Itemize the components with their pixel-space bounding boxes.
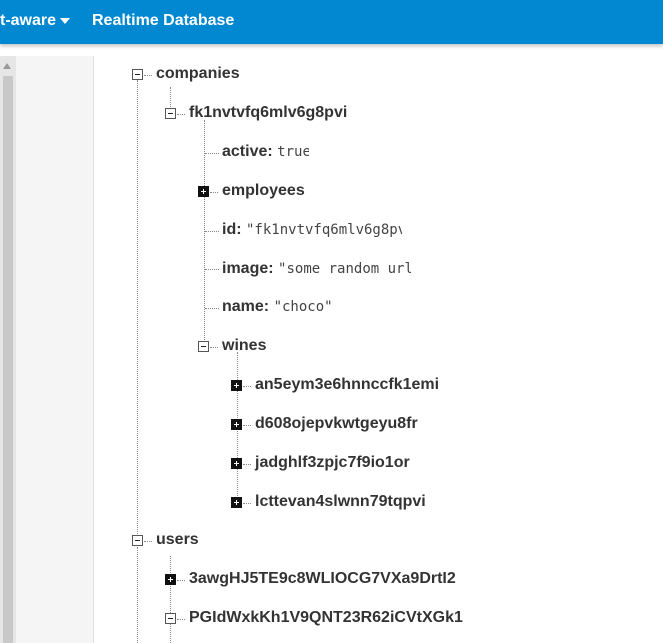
tree-leaf-name[interactable]: name: "choco": [222, 297, 333, 317]
node-key: d608ojepvkwtgeyu8fr: [255, 415, 418, 432]
tree-node-user[interactable]: PGIdWxkKh1V9QNT23R62iCVtXGk1: [189, 608, 463, 628]
node-key: lcttevan4slwnn79tqpvi: [255, 493, 426, 510]
tree-connector: [177, 619, 185, 620]
database-tree: companies fk1nvtvfq6mlv6g8pvi active: tr…: [94, 56, 663, 643]
page-title: Realtime Database: [92, 12, 235, 29]
node-key: 3awgHJ5TE9c8WLIOCG7VXa9DrtI2: [189, 570, 456, 587]
tree-connector: [243, 425, 251, 426]
leaf-key: id:: [222, 221, 242, 238]
leaf-value[interactable]: true: [277, 142, 309, 162]
expand-toggle-icon[interactable]: [231, 380, 242, 391]
collapse-toggle-icon[interactable]: [165, 613, 176, 624]
tree-node-wine[interactable]: jadghlf3zpjc7f9io1or: [255, 453, 410, 473]
tree-guide-line: [170, 556, 171, 643]
node-key: fk1nvtvfq6mlv6g8pvi: [189, 104, 348, 121]
collapse-toggle-icon[interactable]: [132, 535, 143, 546]
chevron-down-icon[interactable]: [60, 18, 70, 24]
tree-node-wines[interactable]: wines: [222, 336, 266, 356]
tree-connector: [210, 347, 218, 348]
collapse-toggle-icon[interactable]: [198, 341, 209, 352]
scroll-up-arrow-icon[interactable]: [3, 63, 11, 69]
collapse-toggle-icon[interactable]: [165, 108, 176, 119]
leaf-key: image:: [222, 260, 274, 277]
tree-connector: [177, 580, 185, 581]
node-key: companies: [156, 65, 240, 82]
tree-leaf-id[interactable]: id: "fk1nvtvfq6mlv6g8pvi": [222, 220, 402, 240]
tree-connector: [243, 386, 251, 387]
tree-node-user[interactable]: 3awgHJ5TE9c8WLIOCG7VXa9DrtI2: [189, 569, 456, 589]
top-bar: t-aware Realtime Database: [0, 0, 663, 44]
leaf-value[interactable]: "fk1nvtvfq6mlv6g8pvi": [246, 220, 402, 240]
tree-guide-line: [137, 80, 138, 540]
tree-node-employees[interactable]: employees: [222, 181, 305, 201]
tree-connector: [205, 231, 219, 232]
scrollbar-thumb[interactable]: [3, 76, 13, 643]
tree-node-users[interactable]: users: [156, 530, 199, 550]
tree-connector: [210, 192, 218, 193]
node-key: jadghlf3zpjc7f9io1or: [255, 454, 410, 471]
tree-connector: [205, 269, 219, 270]
leaf-value[interactable]: "some random url": [278, 259, 411, 279]
node-key: an5eym3e6hnnccfk1emi: [255, 376, 440, 393]
node-key: PGIdWxkKh1V9QNT23R62iCVtXGk1: [189, 609, 463, 626]
tree-leaf-active[interactable]: active: true: [222, 142, 309, 162]
project-selector[interactable]: t-aware: [0, 12, 56, 30]
tree-connector: [144, 541, 152, 542]
expand-toggle-icon[interactable]: [231, 497, 242, 508]
left-panel: [16, 56, 93, 643]
tree-node-wine[interactable]: an5eym3e6hnnccfk1emi: [255, 375, 439, 395]
expand-toggle-icon[interactable]: [231, 419, 242, 430]
node-key: employees: [222, 182, 305, 199]
tree-node-company[interactable]: fk1nvtvfq6mlv6g8pvi: [189, 103, 347, 123]
tree-connector: [243, 503, 251, 504]
leaf-key: active:: [222, 143, 273, 160]
tree-connector: [144, 75, 152, 76]
node-key: users: [156, 531, 199, 548]
tree-leaf-image[interactable]: image: "some random url": [222, 259, 411, 279]
tree-guide-line: [137, 547, 138, 643]
leaf-value[interactable]: "choco": [274, 297, 333, 317]
tree-connector: [205, 308, 219, 309]
tree-node-wine[interactable]: d608ojepvkwtgeyu8fr: [255, 414, 418, 434]
node-key: wines: [222, 337, 267, 354]
collapse-toggle-icon[interactable]: [132, 69, 143, 80]
leaf-key: name:: [222, 298, 270, 315]
tree-connector: [243, 464, 251, 465]
expand-toggle-icon[interactable]: [165, 574, 176, 585]
tree-node-companies[interactable]: companies: [156, 64, 240, 84]
tree-connector: [205, 153, 219, 154]
tree-connector: [177, 114, 185, 115]
tree-node-wine[interactable]: lcttevan4slwnn79tqpvi: [255, 492, 426, 512]
expand-toggle-icon[interactable]: [198, 186, 209, 197]
expand-toggle-icon[interactable]: [231, 458, 242, 469]
